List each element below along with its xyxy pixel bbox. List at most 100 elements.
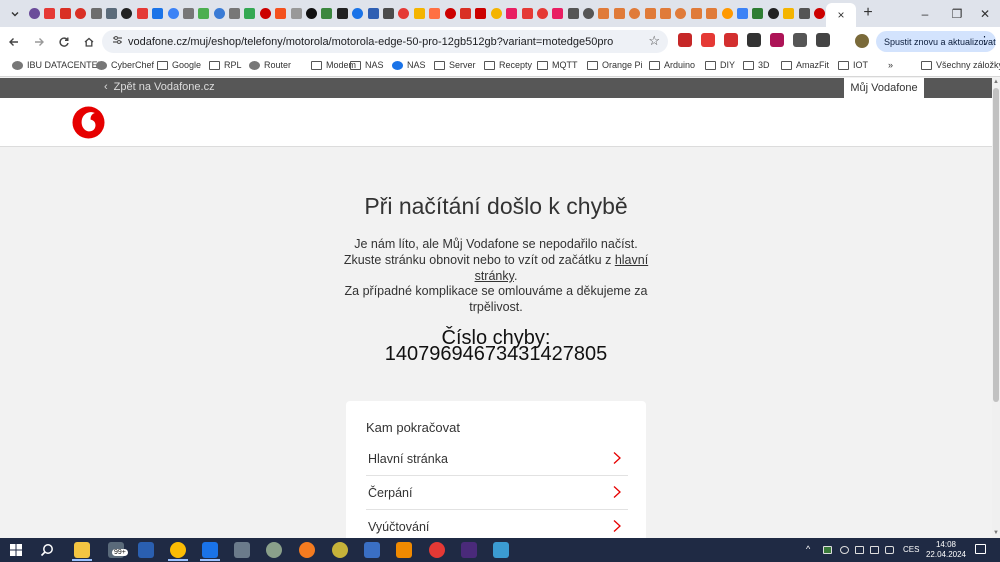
bookmark-item[interactable]: Recepty	[484, 60, 532, 70]
tab-favicon-icon[interactable]	[136, 8, 148, 19]
tab-favicon-icon[interactable]	[182, 8, 194, 19]
scroll-down-icon[interactable]: ▼	[993, 530, 999, 537]
bookmark-item[interactable]: NAS	[392, 60, 426, 70]
extension-icon[interactable]	[724, 33, 738, 47]
tab-favicon-icon[interactable]	[536, 8, 548, 19]
my-vodafone-tab[interactable]: Můj Vodafone	[844, 78, 924, 98]
bookmark-item[interactable]: Google	[157, 60, 201, 70]
tab-favicon-icon[interactable]	[75, 8, 87, 19]
search-icon[interactable]	[40, 543, 54, 557]
tab-favicon-icon[interactable]	[198, 8, 210, 19]
minimize-button[interactable]: –	[910, 0, 940, 27]
volume-icon[interactable]	[885, 546, 894, 554]
vodafone-logo[interactable]	[72, 106, 105, 139]
tab-favicon-icon[interactable]	[752, 8, 764, 19]
remote-desktop-icon[interactable]	[202, 542, 218, 558]
tab-favicon-icon[interactable]	[675, 8, 687, 19]
tab-favicon-icon[interactable]	[813, 8, 825, 19]
bookmark-item[interactable]: MQTT	[537, 60, 578, 70]
card-item-homepage[interactable]: Hlavní stránka	[366, 442, 628, 476]
tray-app-icon[interactable]	[823, 546, 832, 554]
tab-favicon-icon[interactable]	[290, 8, 302, 19]
tab-favicon-icon[interactable]	[213, 8, 225, 19]
tab-favicon-icon[interactable]	[44, 8, 56, 19]
bookmark-item[interactable]: IBU DATACENTER	[12, 60, 104, 70]
app-icon[interactable]	[266, 542, 282, 558]
tab-favicon-icon[interactable]	[367, 8, 379, 19]
tab-favicon-icon[interactable]	[736, 8, 748, 19]
tab-favicon-icon[interactable]	[767, 8, 779, 19]
maximize-button[interactable]: ❐	[942, 0, 972, 27]
tab-search-icon[interactable]	[5, 4, 25, 24]
home-button[interactable]	[78, 31, 100, 53]
scroll-thumb[interactable]	[993, 88, 999, 402]
address-bar[interactable]: vodafone.cz/muj/eshop/telefony/motorola/…	[102, 30, 668, 53]
bookmark-item[interactable]: Server	[434, 60, 476, 70]
tab-favicon-icon[interactable]	[429, 8, 441, 19]
back-button[interactable]	[3, 31, 25, 53]
tab-favicon-icon[interactable]	[721, 8, 733, 19]
bookmark-star-icon[interactable]: ☆	[648, 33, 660, 49]
tab-favicon-icon[interactable]	[490, 8, 502, 19]
forward-button[interactable]	[28, 31, 50, 53]
bookmark-item[interactable]: Orange Pi	[587, 60, 643, 70]
clock[interactable]: 14:08 22.04.2024	[924, 540, 968, 560]
tab-favicon-icon[interactable]	[382, 8, 394, 19]
tab-favicon-icon[interactable]	[398, 8, 410, 19]
tab-favicon-icon[interactable]	[644, 8, 656, 19]
bookmark-item[interactable]: Router	[249, 60, 291, 70]
close-window-button[interactable]: ✕	[970, 0, 1000, 27]
extension-icon[interactable]	[770, 33, 784, 47]
app-icon[interactable]	[429, 542, 445, 558]
tab-favicon-icon[interactable]	[706, 8, 718, 19]
bookmark-item[interactable]: AmazFit	[781, 60, 829, 70]
tab-favicon-icon[interactable]	[352, 8, 364, 19]
scroll-up-icon[interactable]: ▲	[993, 79, 999, 86]
tab-favicon-icon[interactable]	[229, 8, 241, 19]
file-explorer-icon[interactable]	[74, 542, 90, 558]
extension-icon[interactable]	[816, 33, 830, 47]
tab-favicon-icon[interactable]	[259, 8, 271, 19]
tab-favicon-icon[interactable]	[660, 8, 672, 19]
tab-favicon-icon[interactable]	[629, 8, 641, 19]
tab-favicon-icon[interactable]	[121, 8, 133, 19]
bookmark-item[interactable]: Arduino	[649, 60, 695, 70]
tab-favicon-icon[interactable]	[598, 8, 610, 19]
profile-avatar[interactable]	[855, 34, 869, 48]
tab-favicon-icon[interactable]	[105, 8, 117, 19]
tab-favicon-icon[interactable]	[459, 8, 471, 19]
calculator-icon[interactable]	[234, 542, 250, 558]
tab-favicon-icon[interactable]	[567, 8, 579, 19]
tab-favicon-icon[interactable]	[321, 8, 333, 19]
extension-icon[interactable]	[701, 33, 715, 47]
tab-close-icon[interactable]: ×	[837, 8, 844, 22]
tab-favicon-icon[interactable]	[783, 8, 795, 19]
tab-favicon-icon[interactable]	[306, 8, 318, 19]
tab-favicon-icon[interactable]	[521, 8, 533, 19]
update-button[interactable]: Spustit znovu a aktualizovat ⋮	[876, 31, 996, 52]
vlc-icon[interactable]	[396, 542, 412, 558]
tab-favicon-icon[interactable]	[583, 8, 595, 19]
windows-start-icon[interactable]	[10, 544, 22, 556]
bookmark-item[interactable]: 3D	[743, 60, 770, 70]
notifications-icon[interactable]	[975, 544, 986, 554]
tab-favicon-icon[interactable]	[244, 8, 256, 19]
battery-icon[interactable]	[855, 546, 864, 554]
bookmark-item[interactable]: RPL	[209, 60, 242, 70]
tab-favicon-icon[interactable]	[690, 8, 702, 19]
site-settings-icon[interactable]	[108, 35, 126, 48]
app-icon[interactable]	[461, 542, 477, 558]
card-item-usage[interactable]: Čerpání	[366, 476, 628, 510]
url-text[interactable]: vodafone.cz/muj/eshop/telefony/motorola/…	[128, 36, 613, 48]
tab-favicon-icon[interactable]	[90, 8, 102, 19]
network-icon[interactable]	[870, 546, 879, 554]
bookmarks-more-button[interactable]: »	[888, 60, 893, 70]
tray-app-icon[interactable]	[840, 546, 849, 554]
active-tab[interactable]: ×	[826, 3, 856, 27]
chevron-up-icon[interactable]: ^	[806, 544, 810, 554]
tab-favicon-icon[interactable]	[59, 8, 71, 19]
tab-favicon-icon[interactable]	[444, 8, 456, 19]
app-icon[interactable]	[299, 542, 315, 558]
bookmark-item[interactable]: IOT	[838, 60, 868, 70]
extension-icon[interactable]	[793, 33, 807, 47]
